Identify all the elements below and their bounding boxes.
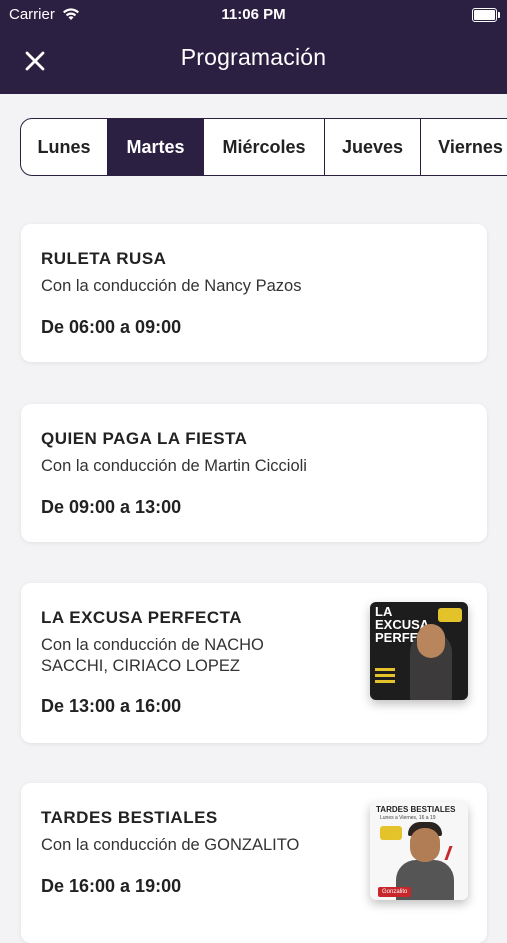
thumbnail-title: TARDES BESTIALES (376, 805, 456, 814)
program-name: QUIEN PAGA LA FIESTA (41, 429, 248, 448)
app-header: Carrier 11:06 PM Programación (0, 0, 507, 94)
program-card[interactable]: LA EXCUSA PERFECTA Con la conducción de … (21, 583, 487, 743)
tab-jueves[interactable]: Jueves (325, 118, 421, 176)
program-host: Con la conducción de Nancy Pazos (41, 277, 302, 295)
status-bar: Carrier 11:06 PM (0, 5, 507, 25)
clock: 11:06 PM (221, 6, 286, 23)
tab-viernes[interactable]: Viernes (421, 118, 507, 176)
program-time: De 09:00 a 13:00 (41, 497, 182, 517)
program-card[interactable]: RULETA RUSA Con la conducción de Nancy P… (21, 224, 487, 362)
program-time: De 16:00 a 19:00 (41, 876, 182, 896)
tab-martes[interactable]: Martes (108, 118, 204, 176)
decoration-spark (444, 846, 463, 860)
tab-miercoles[interactable]: Miércoles (204, 118, 325, 176)
program-time: De 13:00 a 16:00 (41, 696, 182, 716)
program-host: Con la conducción de GONZALITO (41, 836, 300, 854)
program-host: Con la conducción de Martin Ciccioli (41, 457, 307, 475)
thumbnail-subtitle: Lunes a Viernes, 16 a 19 (380, 815, 436, 821)
program-time: De 06:00 a 09:00 (41, 317, 182, 337)
host-face (417, 624, 445, 658)
station-logo (380, 826, 402, 840)
tab-lunes[interactable]: Lunes (20, 118, 108, 176)
program-thumbnail: TARDES BESTIALES Lunes a Viernes, 16 a 1… (370, 802, 468, 900)
host-name-badge: Gonzalito (378, 887, 412, 897)
day-tabs: Lunes Martes Miércoles Jueves Viernes (20, 118, 507, 178)
program-name: LA EXCUSA PERFECTA (41, 608, 243, 627)
program-host-line1: Con la conducción de NACHO (41, 636, 264, 654)
battery-icon (472, 8, 500, 22)
station-logo (438, 608, 462, 622)
program-name: TARDES BESTIALES (41, 808, 218, 827)
program-card[interactable]: QUIEN PAGA LA FIESTA Con la conducción d… (21, 404, 487, 542)
program-thumbnail: LA EXCUSA PERFECTA (370, 602, 468, 700)
thumbnail-text-lines (375, 668, 395, 671)
program-card[interactable]: TARDES BESTIALES Con la conducción de GO… (21, 783, 487, 943)
page-title: Programación (180, 44, 327, 70)
program-name: RULETA RUSA (41, 249, 167, 268)
program-host-line2: SACCHI, CIRIACO LOPEZ (41, 657, 240, 675)
host-face (410, 828, 440, 862)
